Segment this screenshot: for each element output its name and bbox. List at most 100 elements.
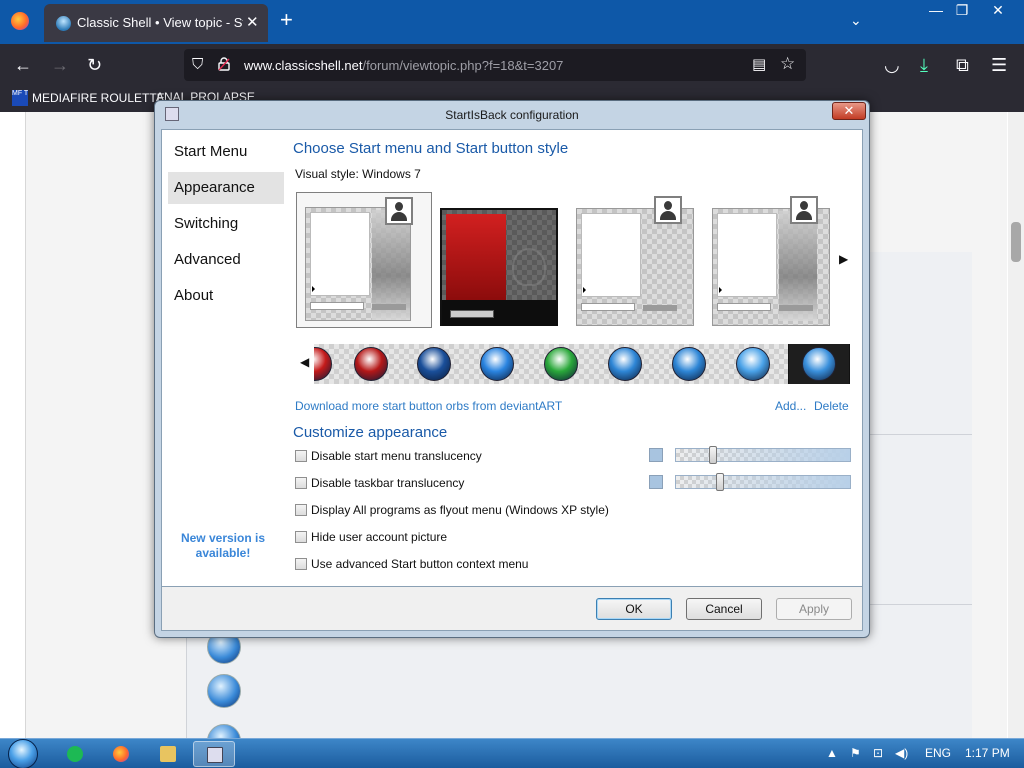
orb-strip (314, 344, 850, 384)
action-center-flag-icon[interactable]: ⚑ (850, 746, 861, 760)
slider-knob[interactable] (709, 446, 717, 464)
app-menu-icon[interactable]: ☰ (991, 55, 1007, 75)
tab-close-icon[interactable]: ✕ (246, 13, 259, 31)
user-picture-icon (385, 197, 413, 225)
lock-icon[interactable] (218, 57, 230, 71)
taskbar-translucency-slider[interactable] (675, 473, 851, 491)
delete-orb-link[interactable]: Delete (814, 399, 849, 413)
url-domain: www.classicshell.net (244, 58, 363, 73)
win7-dark-orb-icon[interactable] (417, 347, 451, 381)
window-close-icon[interactable]: ✕ (983, 2, 1013, 19)
forward-arrow-icon[interactable]: → (51, 55, 69, 75)
red-orb-icon[interactable] (314, 347, 332, 381)
win7-orb-icon[interactable] (736, 347, 770, 381)
dialog-close-button[interactable]: ✕ (832, 102, 866, 120)
blue-orb-icon[interactable] (480, 347, 514, 381)
nav-appearance[interactable]: Appearance (168, 172, 284, 204)
taskbar-color-swatch[interactable] (649, 475, 663, 489)
customize-heading: Customize appearance (293, 424, 448, 441)
slider-knob[interactable] (716, 473, 724, 491)
nav-advanced[interactable]: Advanced (168, 244, 284, 276)
checkbox[interactable] (295, 531, 307, 543)
checkbox[interactable] (295, 450, 307, 462)
volume-icon[interactable]: ◀) (895, 746, 908, 760)
preview-arrow-icon (719, 287, 722, 293)
tracking-shield-icon[interactable]: ⛉ (192, 56, 203, 73)
option-label: Use advanced Start button context menu (311, 557, 529, 571)
ok-button[interactable]: OK (596, 598, 672, 620)
firefox-icon (113, 746, 129, 762)
taskbar-explorer[interactable] (147, 741, 189, 767)
url-bar[interactable]: ⛉ www.classicshell.net/forum/viewtopic.p… (184, 49, 806, 81)
preview-program-list (717, 213, 777, 297)
orb-prev-arrow-icon[interactable]: ◀ (300, 355, 309, 369)
checkbox[interactable] (295, 477, 307, 489)
tray-overflow-icon[interactable]: ▲ (826, 746, 838, 760)
preview-power-button (779, 305, 813, 311)
spotify-icon (67, 746, 83, 762)
preview-search-box (450, 310, 494, 318)
downloads-icon[interactable]: ⤓ (920, 55, 928, 75)
start-menu-translucency-slider[interactable] (675, 446, 851, 464)
clover-orb-icon[interactable] (544, 347, 578, 381)
dialog-title: StartIsBack configuration (445, 108, 579, 122)
url-text[interactable]: www.classicshell.net/forum/viewtopic.php… (244, 58, 563, 73)
bookmark-star-icon[interactable]: ☆ (780, 54, 795, 74)
preview-program-list (581, 213, 641, 297)
start-menu-color-swatch[interactable] (649, 448, 663, 462)
start-menu-preview (440, 208, 558, 326)
option-label: Disable start menu translucency (311, 449, 482, 463)
option-advanced-context-menu[interactable]: Use advanced Start button context menu (295, 557, 528, 571)
folder-icon (160, 746, 176, 762)
restore-icon[interactable]: ❐ (947, 2, 977, 19)
page-scrollbar[interactable] (1008, 112, 1024, 738)
option-flyout-all-programs[interactable]: Display All programs as flyout menu (Win… (295, 503, 609, 517)
tab-title: Classic Shell • View topic - StartIsBack (77, 15, 243, 30)
add-orb-link[interactable]: Add... (775, 399, 806, 413)
apply-button[interactable]: Apply (776, 598, 852, 620)
win8-red-orb-icon[interactable] (354, 347, 388, 381)
scrollbar-thumb[interactable] (1011, 222, 1021, 262)
checkbox[interactable] (295, 558, 307, 570)
start-orb-icon[interactable] (8, 739, 38, 768)
new-tab-icon[interactable]: + (280, 9, 293, 31)
option-disable-start-menu-translucency[interactable]: Disable start menu translucency (295, 449, 482, 463)
preview-power-button (372, 304, 406, 310)
back-arrow-icon[interactable]: ← (14, 55, 32, 75)
taskbar-spotify[interactable] (54, 741, 96, 767)
option-label: Display All programs as flyout menu (Win… (311, 503, 609, 517)
style-thumbnail-windows7[interactable] (296, 192, 432, 328)
visual-style-row: Visual style: Windows 7 (295, 167, 421, 181)
language-indicator[interactable]: ENG (925, 746, 951, 760)
classic-shell-favicon-icon (56, 16, 71, 31)
style-thumbnail-light[interactable] (576, 192, 696, 326)
style-thumbnail-red[interactable] (440, 192, 560, 326)
network-icon[interactable]: ⊡ (873, 746, 883, 760)
browser-tab[interactable]: Classic Shell • View topic - StartIsBack… (44, 4, 268, 42)
nav-switching[interactable]: Switching (168, 208, 284, 240)
reload-icon[interactable]: ↻ (87, 55, 102, 75)
bookmark-mediafire-roulette[interactable]: MF T MEDIAFIRE ROULETTE (12, 90, 165, 106)
reader-view-icon[interactable]: ▤ (752, 55, 766, 73)
nav-about[interactable]: About (168, 280, 284, 312)
extensions-icon[interactable]: ⧉ (956, 55, 969, 75)
tab-list-chevron-icon[interactable]: ⌄ (850, 12, 862, 29)
new-version-link[interactable]: New version is available! (178, 531, 268, 561)
option-hide-user-picture[interactable]: Hide user account picture (295, 530, 447, 544)
page-orb-image (207, 674, 241, 708)
pocket-icon[interactable]: ◡ (884, 55, 900, 75)
checkbox[interactable] (295, 504, 307, 516)
cancel-button[interactable]: Cancel (686, 598, 762, 620)
nav-start-menu[interactable]: Start Menu (168, 136, 284, 168)
firefox-logo-icon[interactable] (11, 12, 29, 30)
taskbar-startisback[interactable] (193, 741, 235, 767)
clock[interactable]: 1:17 PM (965, 746, 1010, 760)
taskbar-firefox[interactable] (100, 741, 142, 767)
style-thumbnail-gradient[interactable] (712, 192, 832, 326)
option-disable-taskbar-translucency[interactable]: Disable taskbar translucency (295, 476, 464, 490)
download-orbs-link[interactable]: Download more start button orbs from dev… (295, 399, 562, 413)
win7-orb-selected-icon[interactable] (802, 347, 836, 381)
win7-orb-icon[interactable] (608, 347, 642, 381)
style-next-arrow-icon[interactable]: ▶ (839, 252, 848, 266)
win7-orb-icon[interactable] (672, 347, 706, 381)
